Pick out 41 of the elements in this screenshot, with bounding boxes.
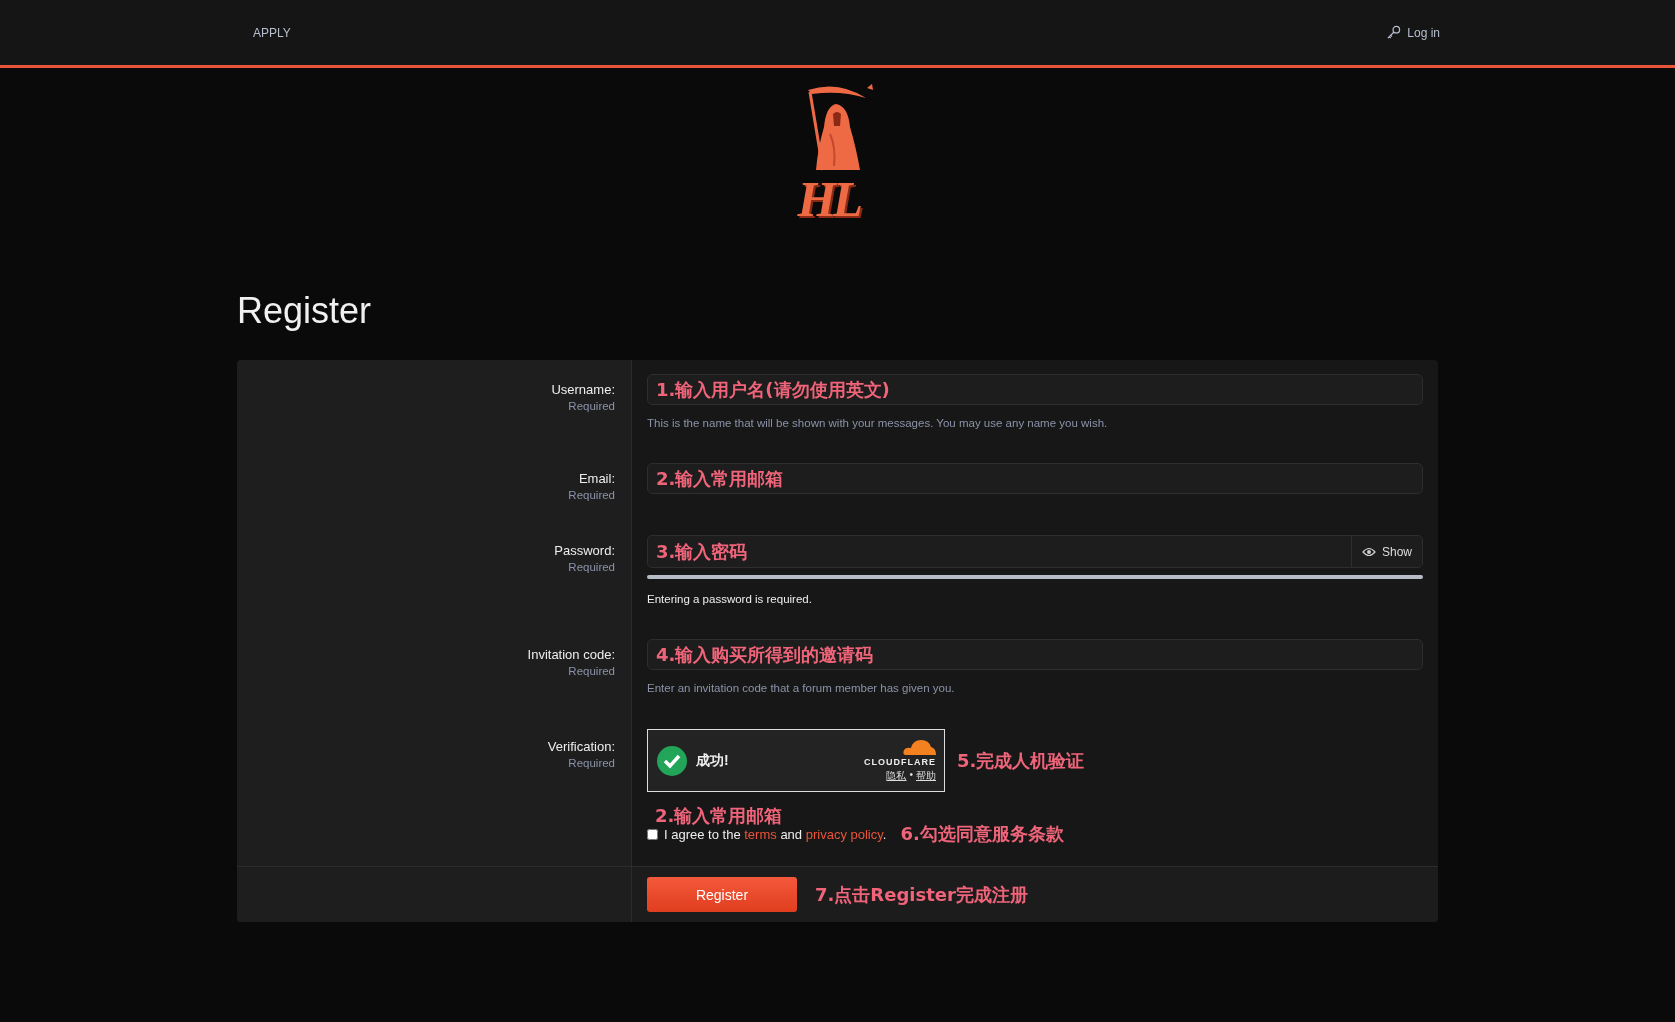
cloud-icon [902, 738, 936, 755]
show-button[interactable]: Show [1350, 536, 1422, 567]
annotation-text: 5.完成人机验证 [957, 748, 1085, 773]
field-label: Email: [577, 471, 615, 486]
logo-text: HL [797, 170, 859, 228]
required-hint: Required [567, 665, 615, 677]
input-field[interactable]: 4.输入购买所得到的邀请码 [647, 639, 1423, 670]
help-link[interactable]: 帮助 [916, 768, 936, 783]
separator-dot: • [909, 768, 913, 782]
field-label: Verification: [546, 739, 615, 754]
key-icon [1386, 25, 1402, 40]
privacy-policy-link[interactable]: privacy policy [805, 826, 883, 842]
required-hint: Required [567, 561, 615, 573]
check-icon [657, 745, 687, 776]
register-button[interactable]: Register [647, 877, 797, 912]
page-title: Register [237, 290, 373, 332]
field-hint: Entering a password is required. [647, 593, 813, 605]
annotation-text: 7.点击Register完成注册 [815, 882, 1028, 907]
eye-icon [1361, 546, 1376, 557]
field-hint: Enter an invitation code that a forum member has given you. [647, 682, 956, 694]
required-hint: Required [567, 757, 615, 769]
field-label: Invitation code: [526, 647, 615, 662]
terms-link[interactable]: terms [744, 826, 777, 842]
captcha-widget[interactable]: 成功! CLOUDFLARE 隐私 • 帮助 [647, 729, 945, 792]
agree-text: I agree to the terms and privacy policy. [664, 826, 887, 842]
annotation-text: 6.勾选同意服务条款 [900, 822, 1064, 846]
brand-text: CLOUDFLARE [864, 756, 936, 767]
required-hint: Required [567, 400, 615, 412]
agree-checkbox[interactable] [647, 828, 658, 840]
field-hint: This is the name that will be shown with your messages. You may use any name you wish. [647, 417, 1109, 429]
field-label: Password: [553, 543, 615, 558]
login-link[interactable]: Log in [1386, 25, 1440, 40]
privacy-link[interactable]: 隐私 [886, 768, 907, 783]
input-field[interactable]: 1.输入用户名(请勿使用英文) [647, 374, 1423, 405]
annotation-text: 2.输入常用邮箱 [655, 806, 784, 826]
input-field[interactable]: 2.输入常用邮箱 [647, 463, 1423, 494]
apply-link[interactable]: APPLY [253, 25, 291, 40]
password-field[interactable]: 3.输入密码 Show [647, 535, 1423, 568]
captcha-status: 成功! [696, 751, 729, 770]
required-hint: Required [567, 489, 615, 501]
field-label: Username: [550, 382, 615, 397]
